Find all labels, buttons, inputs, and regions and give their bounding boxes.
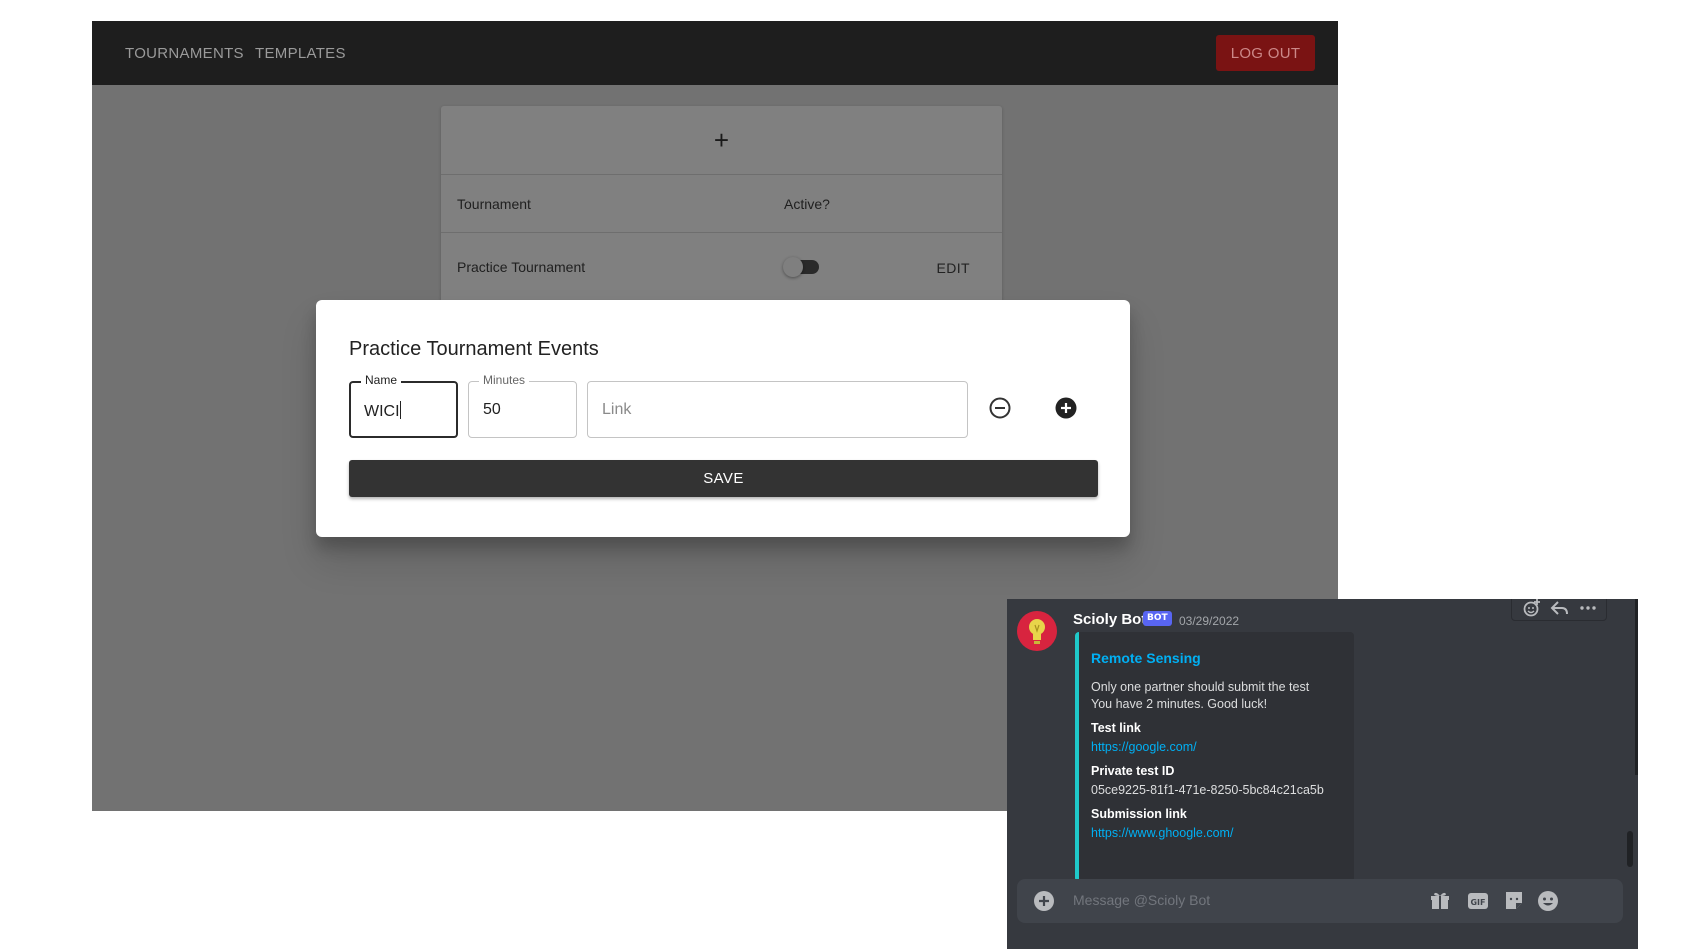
- event-minutes-label: Minutes: [479, 373, 530, 387]
- add-attachment-icon[interactable]: [1034, 891, 1054, 911]
- event-minutes-field[interactable]: Minutes 50: [468, 373, 577, 438]
- save-button[interactable]: SAVE: [349, 460, 1098, 497]
- event-minutes-value: 50: [483, 401, 501, 418]
- event-link-placeholder: Link: [602, 401, 632, 418]
- message-input[interactable]: Message @Scioly Bot: [1073, 892, 1210, 908]
- embed-title[interactable]: Remote Sensing: [1091, 650, 1201, 666]
- dialog-title: Practice Tournament Events: [349, 338, 599, 360]
- message-actions-toolbar: [1511, 599, 1607, 621]
- embed-field-name: Private test ID: [1091, 764, 1175, 778]
- embed-description-line: You have 2 minutes. Good luck!: [1091, 697, 1268, 711]
- bot-author-name[interactable]: Scioly Bot: [1073, 611, 1146, 628]
- message-composer[interactable]: Message @Scioly Bot GIF: [1017, 879, 1623, 923]
- nav-tournaments-link[interactable]: TOURNAMENTS: [125, 45, 244, 62]
- logout-button[interactable]: LOG OUT: [1216, 35, 1315, 71]
- remove-event-icon[interactable]: [988, 396, 1012, 420]
- gif-label: GIF: [1470, 898, 1485, 907]
- event-name-field[interactable]: Name WICI: [349, 373, 458, 438]
- embed-description-line: Only one partner should submit the test: [1091, 680, 1310, 694]
- tournament-name: Practice Tournament: [457, 259, 586, 275]
- embed-field-name: Submission link: [1091, 807, 1187, 821]
- embed-private-test-id: 05ce9225-81f1-471e-8250-5bc84c21ca5b: [1091, 783, 1324, 797]
- event-name-value: WICI: [364, 403, 400, 420]
- sticker-icon[interactable]: [1503, 890, 1525, 912]
- edit-button[interactable]: EDIT: [937, 260, 971, 276]
- message-timestamp: 03/29/2022: [1179, 614, 1240, 628]
- column-header-tournament: Tournament: [457, 196, 531, 212]
- nav-templates-link[interactable]: TEMPLATES: [255, 45, 346, 62]
- embed-test-link[interactable]: https://google.com/: [1091, 740, 1197, 754]
- column-header-active: Active?: [784, 196, 830, 212]
- add-reaction-icon[interactable]: [1522, 599, 1542, 618]
- message-embed: Remote Sensing Only one partner should s…: [1075, 632, 1354, 882]
- more-options-icon[interactable]: [1578, 599, 1598, 618]
- event-name-label: Name: [361, 373, 402, 387]
- panel-edge: [1635, 599, 1638, 775]
- add-tournament-row[interactable]: +: [441, 106, 1002, 175]
- events-dialog: Practice Tournament Events Name WICI Min…: [316, 300, 1130, 537]
- gift-icon[interactable]: [1429, 890, 1451, 912]
- scrollbar-thumb[interactable]: [1627, 831, 1633, 867]
- lightbulb-icon: [1029, 619, 1045, 644]
- bot-badge: BOT: [1143, 611, 1172, 626]
- tournaments-table: + Tournament Active? Practice Tournament…: [441, 106, 1002, 316]
- embed-submission-link[interactable]: https://www.ghoogle.com/: [1091, 826, 1233, 840]
- emoji-icon[interactable]: [1537, 890, 1559, 912]
- embed-field-name: Test link: [1091, 721, 1141, 735]
- event-link-field[interactable]: Link: [587, 381, 968, 438]
- table-header: Tournament Active?: [441, 175, 1002, 233]
- reply-icon[interactable]: [1550, 599, 1570, 618]
- add-event-icon[interactable]: [1054, 396, 1078, 420]
- bot-avatar[interactable]: [1017, 611, 1057, 651]
- add-tournament-icon[interactable]: +: [714, 127, 729, 153]
- active-toggle[interactable]: [783, 257, 819, 277]
- gif-icon[interactable]: GIF: [1467, 890, 1489, 912]
- app-bar: TOURNAMENTS TEMPLATES LOG OUT: [92, 21, 1338, 85]
- discord-message-panel: Scioly Bot BOT 03/29/2022 Remote Sensing…: [1007, 599, 1638, 949]
- table-row: Practice Tournament EDIT: [441, 233, 1002, 303]
